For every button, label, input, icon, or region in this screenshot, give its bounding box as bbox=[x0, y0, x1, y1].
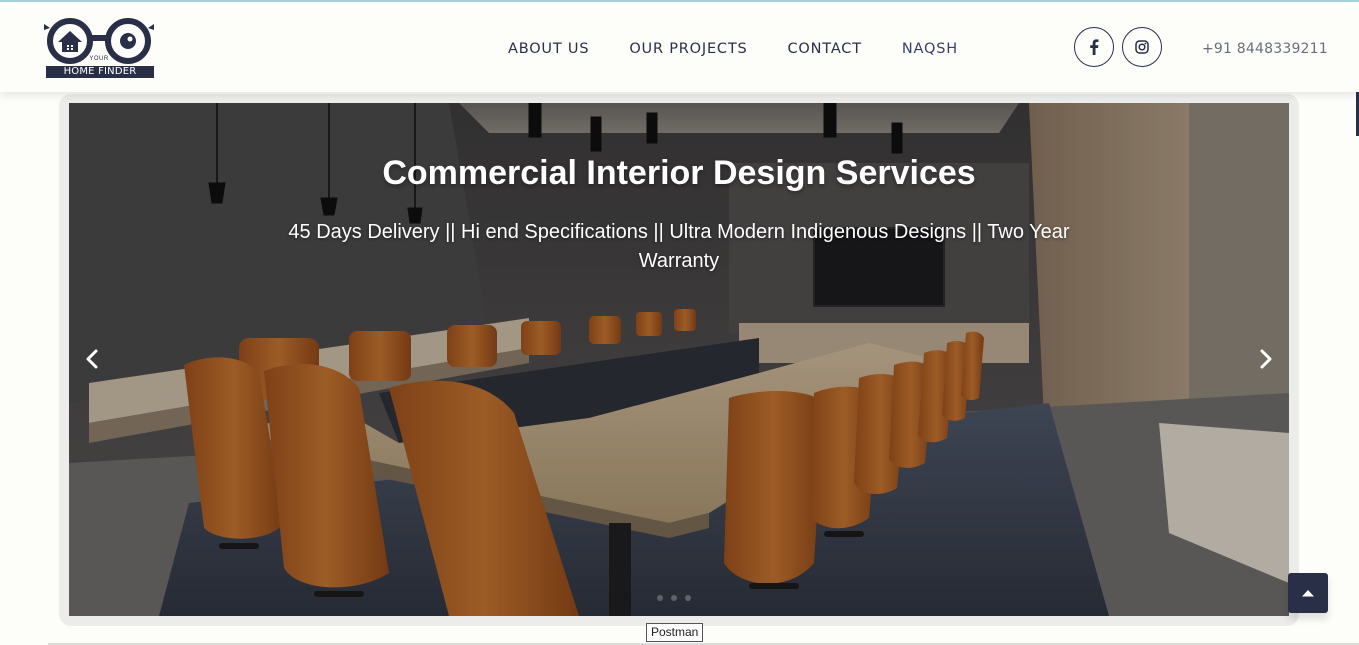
logo-wordmark: HOME FINDER bbox=[46, 66, 154, 78]
facebook-icon bbox=[1090, 39, 1099, 55]
nav-naqsh[interactable]: NAQSH bbox=[902, 40, 958, 58]
chevron-up-icon bbox=[1302, 590, 1314, 597]
carousel-dot[interactable] bbox=[657, 595, 663, 601]
facebook-button[interactable] bbox=[1074, 27, 1114, 67]
phone-number[interactable]: +91 8448339211 bbox=[1202, 40, 1328, 58]
hero-subtitle: 45 Days Delivery || Hi end Specification… bbox=[288, 221, 1070, 272]
back-to-top-button[interactable] bbox=[1288, 573, 1328, 613]
instagram-button[interactable] bbox=[1122, 27, 1162, 67]
tooltip: Postman bbox=[646, 623, 704, 642]
hero-carousel-slide: Commercial Interior Design Services 45 D… bbox=[69, 103, 1289, 616]
carousel-prev-button[interactable] bbox=[80, 347, 104, 371]
carousel-dot[interactable] bbox=[671, 595, 677, 601]
main-nav: ABOUT US OUR PROJECTS CONTACT NAQSH bbox=[508, 40, 958, 58]
site-header: YOUR HOME FINDER ABOUT US OUR PROJECTS C… bbox=[0, 2, 1359, 92]
logo[interactable]: YOUR HOME FINDER bbox=[44, 16, 156, 78]
carousel-dot[interactable] bbox=[685, 595, 691, 601]
carousel-indicators bbox=[657, 595, 691, 601]
chevron-left-icon bbox=[86, 349, 98, 369]
nav-about-us[interactable]: ABOUT US bbox=[508, 40, 589, 58]
nav-contact[interactable]: CONTACT bbox=[788, 40, 862, 58]
logo-tagline: YOUR bbox=[89, 56, 109, 62]
carousel-next-button[interactable] bbox=[1254, 347, 1278, 371]
hero-title: Commercial Interior Design Services bbox=[382, 154, 976, 192]
chevron-right-icon bbox=[1260, 349, 1272, 369]
instagram-icon bbox=[1135, 40, 1149, 54]
nav-our-projects[interactable]: OUR PROJECTS bbox=[629, 40, 747, 58]
